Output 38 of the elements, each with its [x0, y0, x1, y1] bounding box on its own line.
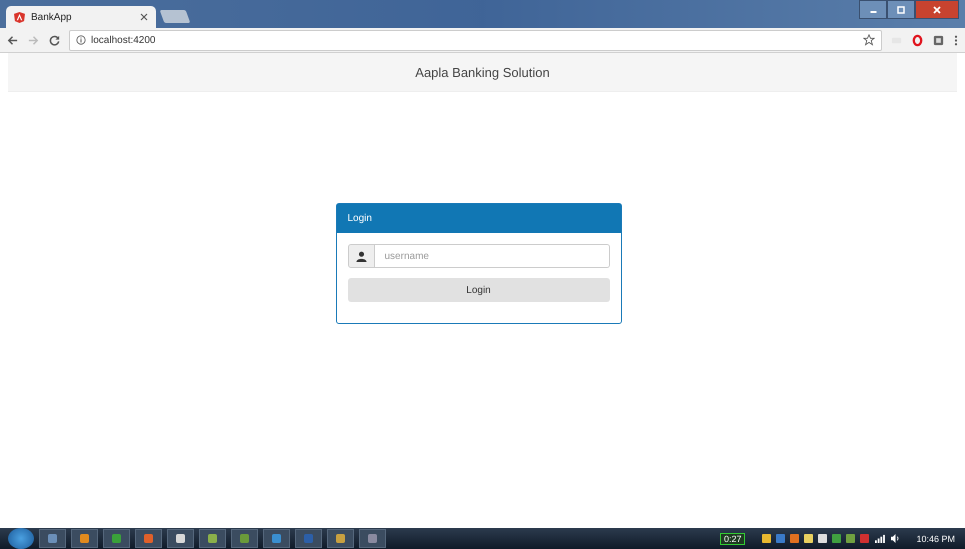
address-bar[interactable]: localhost:4200 — [69, 30, 882, 50]
star-icon[interactable] — [863, 34, 875, 46]
info-icon — [76, 35, 86, 45]
taskbar-app-icon[interactable] — [231, 529, 258, 548]
minimize-icon — [870, 11, 876, 13]
battery-timer: 0:27 — [720, 532, 746, 544]
menu-icon[interactable] — [953, 34, 959, 46]
start-button[interactable] — [8, 528, 34, 549]
taskbar-app-icon[interactable] — [263, 529, 290, 548]
taskbar-app-icon[interactable] — [359, 529, 386, 548]
taskbar-app-icon[interactable] — [39, 529, 66, 548]
reload-icon[interactable] — [48, 34, 61, 46]
login-button[interactable]: Login — [348, 278, 610, 302]
signal-icon[interactable] — [874, 534, 886, 543]
ring-icon[interactable] — [911, 34, 924, 46]
speaker-icon[interactable] — [890, 534, 902, 543]
maximize-button[interactable] — [887, 0, 915, 19]
taskbar-app-icon[interactable] — [199, 529, 226, 548]
card-title: Login — [348, 213, 372, 224]
clock-time: 10:46 PM — [916, 534, 955, 544]
taskbar-app-icon[interactable] — [327, 529, 354, 548]
new-tab-button[interactable] — [160, 10, 190, 23]
shield-icon — [14, 12, 25, 22]
close-icon — [932, 4, 942, 14]
square-icon[interactable] — [932, 34, 945, 46]
back-arrow-icon[interactable] — [6, 34, 19, 46]
url-text: localhost:4200 — [91, 34, 156, 46]
close-icon[interactable] — [140, 13, 148, 21]
taskbar-app-icon[interactable] — [71, 529, 98, 548]
close-button[interactable] — [915, 0, 959, 19]
taskbar-app-icon[interactable] — [167, 529, 194, 548]
browser-tab[interactable]: BankApp — [6, 6, 156, 28]
user-icon — [356, 250, 366, 262]
maximize-icon — [896, 4, 906, 14]
username-field[interactable]: username — [374, 244, 610, 268]
app-title: Aapla Banking Solution — [415, 64, 550, 80]
minimize-button[interactable] — [859, 0, 887, 19]
taskbar-app-icon[interactable] — [103, 529, 130, 548]
